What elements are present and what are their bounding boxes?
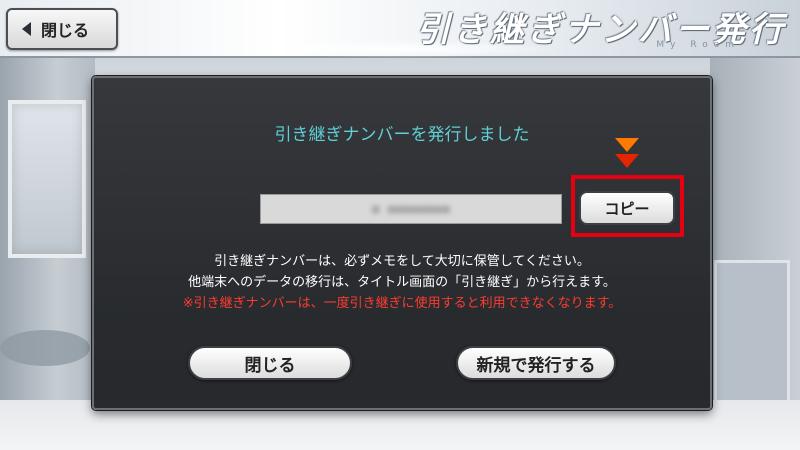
notice-line-2: 他端末へのデータの移行は、タイトル画面の「引き継ぎ」から行えます。 [188, 275, 616, 290]
copy-button-label: コピー [604, 199, 650, 218]
reissue-button-label: 新規で発行する [476, 355, 596, 376]
background-door [714, 260, 790, 406]
close-button-label: 閉じる [244, 355, 296, 376]
reissue-button[interactable]: 新規で発行する [456, 346, 616, 380]
screen-subtitle: My Room [656, 40, 740, 50]
transfer-number-field[interactable]: ■ ■■■■■■■■ [260, 194, 562, 224]
background-wall-right [710, 55, 800, 450]
copy-button[interactable]: コピー [579, 191, 675, 225]
back-close-button[interactable]: 閉じる [6, 8, 118, 50]
close-button[interactable]: 閉じる [188, 346, 352, 380]
background-wall-left [0, 55, 95, 450]
back-close-label: 閉じる [41, 21, 90, 40]
top-bar: 閉じる 引き継ぎナンバー発行 My Room [0, 0, 800, 58]
notice-line-1: 引き継ぎナンバーは、必ずメモをして大切に保管してください。 [214, 254, 590, 269]
background-table [0, 330, 90, 366]
transfer-number-dialog: 引き継ぎナンバーを発行しました ■ ■■■■■■■■ コピー 引き継ぎナンバーは… [92, 76, 712, 410]
background-window [8, 100, 86, 258]
arrow-down-icon [615, 138, 639, 152]
chevron-left-icon [22, 22, 31, 36]
warning-line: ※引き継ぎナンバーは、一度引き継ぎに使用すると利用できなくなります。 [182, 296, 622, 311]
arrow-down-icon [615, 154, 639, 168]
transfer-number-value: ■ ■■■■■■■■ [371, 201, 451, 217]
